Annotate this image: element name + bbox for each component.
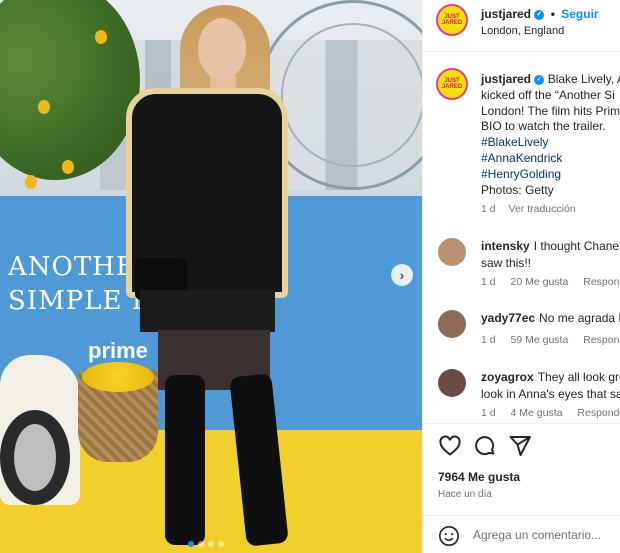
add-comment-bar (423, 515, 620, 553)
caption-line: BIO to watch the trailer. (481, 119, 606, 134)
commenter-avatar[interactable] (438, 310, 466, 338)
hashtag-link[interactable]: #HenryGolding (481, 167, 620, 183)
verified-icon: ✓ (534, 9, 545, 20)
see-translation-link[interactable]: Ver traducción (509, 203, 576, 215)
comment-body: saw this!! (481, 256, 532, 270)
commenter-username[interactable]: zoyagrox (481, 370, 534, 384)
caption-line: London! The film hits Prim (481, 103, 620, 118)
carousel-dot[interactable] (198, 541, 204, 547)
like-count[interactable]: 7964 Me gusta (438, 470, 520, 484)
separator-dot: • (550, 7, 555, 21)
comment-body: look in Anna's eyes that sa (481, 387, 620, 401)
comment-likes[interactable]: 20 Me gusta (511, 276, 569, 288)
commenter-avatar[interactable] (438, 369, 466, 397)
comment-age: 1 d (481, 334, 496, 346)
hashtag-link[interactable]: #AnnaKendrick (481, 151, 620, 167)
comment-body: No me agrada E (539, 311, 620, 325)
comment-meta: 1 d 4 Me gusta Responder (481, 407, 620, 419)
caption: JUST JARED justjared ✓ Blake Lively, A k… (423, 62, 620, 222)
comment-meta: 1 d 20 Me gusta Responde (481, 276, 620, 288)
photo-lemon (25, 175, 37, 189)
caption-line: kicked off the “Another Si (481, 87, 615, 102)
heart-icon[interactable] (438, 434, 462, 458)
post-photo[interactable]: ANOTHE SIMPLE FA prime › (0, 0, 422, 553)
caption-text: justjared ✓ Blake Lively, A kicked off t… (481, 72, 620, 198)
reply-button[interactable]: Responde (583, 334, 620, 346)
caption-age: 1 d (481, 203, 496, 215)
comment-text: intensky I thought Chanel saw this!! (481, 238, 620, 272)
follow-button[interactable]: Seguir (561, 7, 598, 21)
verified-icon: ✓ (534, 74, 545, 85)
reply-button[interactable]: Responde (583, 276, 620, 288)
emoji-icon[interactable] (438, 525, 460, 547)
comment-body: They all look gre (537, 370, 620, 384)
photo-scooter-tire (0, 410, 70, 505)
comment-text: yady77ec No me agrada E (481, 310, 620, 327)
carousel-dot[interactable] (208, 541, 214, 547)
commenter-username[interactable]: yady77ec (481, 311, 535, 325)
photo-lemon (62, 160, 74, 174)
photo-lemon (38, 100, 50, 114)
photo-person-boot-left (165, 375, 205, 545)
comment-text: zoyagrox They all look gre look in Anna's… (481, 369, 620, 403)
share-icon[interactable] (508, 434, 532, 458)
caption-line: Blake Lively, A (547, 72, 620, 86)
photo-person-skirt (140, 290, 275, 332)
avatar-logo-text: JUST JARED (441, 78, 463, 90)
carousel-next-button[interactable]: › (391, 264, 413, 286)
comment-input[interactable] (473, 524, 620, 546)
comment-item: zoyagrox They all look gre look in Anna's… (423, 367, 620, 427)
carousel-dots (188, 541, 224, 547)
photo-prime-logo: prime (88, 338, 148, 363)
caption-meta: 1 d Ver traducción (481, 203, 576, 215)
post-side-panel: JUST JARED justjared ✓ • Seguir London, … (422, 0, 620, 553)
post-location[interactable]: London, England (481, 25, 564, 37)
author-line: justjared ✓ • Seguir (481, 7, 599, 21)
photo-lemon (95, 30, 107, 44)
avatar-logo-text: JUST JARED (441, 14, 463, 26)
commenter-avatar[interactable] (438, 238, 466, 266)
hashtag-link[interactable]: #BlakeLively (481, 135, 620, 151)
post-header: JUST JARED justjared ✓ • Seguir London, … (423, 0, 620, 52)
photo-basket-lemons (82, 362, 154, 392)
post-actions (423, 423, 620, 467)
reply-button[interactable]: Responder (577, 407, 620, 419)
caption-username[interactable]: justjared (481, 72, 531, 86)
carousel-dot[interactable] (218, 541, 224, 547)
comment-likes[interactable]: 59 Me gusta (511, 334, 569, 346)
photo-credit: Photos: Getty (481, 182, 554, 197)
comment-item: yady77ec No me agrada E 1 d 59 Me gusta R… (423, 308, 620, 368)
comment-meta: 1 d 59 Me gusta Responde (481, 334, 620, 346)
caption-author-avatar[interactable]: JUST JARED (436, 68, 468, 100)
photo-person-face (198, 18, 246, 80)
commenter-username[interactable]: intensky (481, 239, 530, 253)
author-username[interactable]: justjared (481, 7, 531, 21)
author-avatar[interactable]: JUST JARED (436, 4, 468, 36)
comment-age: 1 d (481, 276, 496, 288)
carousel-dot[interactable] (188, 541, 194, 547)
comment-icon[interactable] (473, 434, 497, 458)
chevron-right-icon: › (399, 267, 405, 283)
comment-likes[interactable]: 4 Me gusta (511, 407, 563, 419)
comment-body: I thought Chanel (533, 239, 620, 253)
post-time: Hace un día (438, 489, 492, 500)
comment-age: 1 d (481, 407, 496, 419)
comment-item: intensky I thought Chanel saw this!! 1 d … (423, 236, 620, 296)
